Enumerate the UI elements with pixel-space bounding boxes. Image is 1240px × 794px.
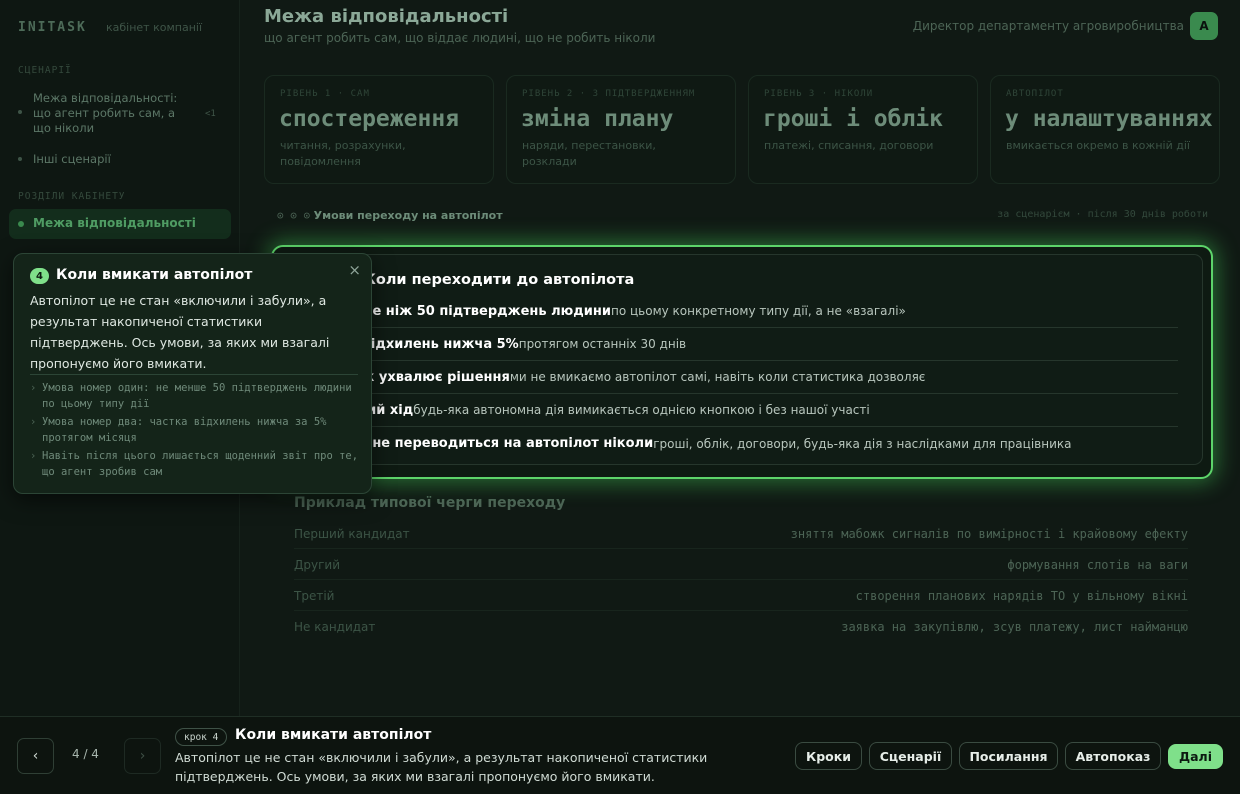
- page-title: Межа відповідальності: [264, 6, 509, 27]
- sidebar-section-scenarios: СЦЕНАРІЇ: [18, 65, 72, 76]
- list-item-text: Умова номер два: частка відхилень нижча …: [42, 416, 327, 444]
- bullet-icon: [18, 110, 22, 114]
- queue-key: Третій: [294, 589, 335, 603]
- next-arrow-button[interactable]: ›: [124, 738, 161, 774]
- prev-button[interactable]: ‹: [17, 738, 54, 774]
- queue-title: Приклад типової черги переходу: [294, 495, 566, 511]
- next-button[interactable]: Далі: [1168, 744, 1223, 769]
- queue-value: зняття мабожк сигналів по вимірності і к…: [790, 527, 1188, 541]
- queue-key: Перший кандидат: [294, 527, 410, 541]
- level-card-1: РІВЕНЬ 1 · САМ спостереження читання, ро…: [264, 75, 494, 184]
- bullet-icon: [18, 157, 22, 161]
- table-row: Другий формування слотів на ваги: [294, 549, 1188, 580]
- card-label: АВТОПІЛОТ: [1006, 89, 1064, 99]
- queue-value: заявка на закупівлю, зсув платежу, лист …: [841, 620, 1188, 634]
- chevron-right-icon: ›: [30, 450, 37, 462]
- condition-desc: протягом останніх 30 днів: [518, 337, 687, 351]
- card-value: спостереження: [279, 106, 460, 132]
- card-label: РІВЕНЬ 2 · З ПІДТВЕРДЖЕННЯМ: [522, 89, 696, 99]
- condition-desc: по цьому конкретному типу дії, а не «вза…: [610, 304, 906, 318]
- active-dot-icon: [18, 221, 24, 227]
- level-card-4: АВТОПІЛОТ у налаштуваннях вмикається окр…: [990, 75, 1220, 184]
- level-card-3: РІВЕНЬ 3 · НІКОЛИ гроші і облік платежі,…: [748, 75, 978, 184]
- card-desc: читання, розрахунки, повідомлення: [280, 139, 406, 168]
- queue-key: Не кандидат: [294, 620, 376, 634]
- list-item: › Умова номер один: не менше 50 підтвердж…: [30, 380, 360, 412]
- table-row: Третій створення планових нарядів ТО у в…: [294, 580, 1188, 611]
- table-row: Не кандидат заявка на закупівлю, зсув пл…: [294, 611, 1188, 642]
- list-item: Не менше ніж 50 підтверджень людини по ц…: [306, 295, 1178, 328]
- sidebar-item-label: Межа відповідальності: [33, 216, 196, 230]
- table-row: Перший кандидат зняття мабожк сигналів п…: [294, 518, 1188, 549]
- step-description: Автопілот це не стан «включили і забули»…: [175, 750, 708, 784]
- card-value: у налаштуваннях: [1005, 106, 1213, 132]
- card-desc: вмикається окремо в кожній дії: [1006, 139, 1190, 152]
- chevron-right-icon: ›: [30, 416, 37, 428]
- sidebar-item-other-scenarios[interactable]: Інші сценарії: [33, 152, 111, 166]
- tour-tooltip: 4 Коли вмикати автопілот × Автопілот це …: [13, 253, 372, 494]
- breadcrumb: ⊙ ⊙ ⊙ Умови переходу на автопілот: [277, 209, 503, 222]
- links-button[interactable]: Посилання: [959, 742, 1058, 770]
- panel-inner: Коли переходити до автопілота Не менше н…: [281, 254, 1203, 465]
- list-item-text: Навіть після цього лишається щоденний зв…: [42, 450, 359, 478]
- brand-logo: INITASK: [18, 20, 87, 35]
- step-badge: крок 4: [175, 728, 228, 746]
- condition-desc: ми не вмикаємо автопілот самі, навіть ко…: [509, 370, 926, 384]
- divider: [30, 374, 358, 375]
- scenarios-button[interactable]: Сценарії: [869, 742, 952, 770]
- tooltip-list: › Умова номер один: не менше 50 підтвердж…: [30, 380, 360, 482]
- list-item: Частка відхилень нижча 5% протягом остан…: [306, 328, 1178, 361]
- queue-key: Другий: [294, 558, 340, 572]
- list-item: Керівник ухвалює рішення ми не вмикаємо …: [306, 361, 1178, 394]
- sidebar-item-scenario[interactable]: Межа відповідальності: що агент робить с…: [33, 91, 193, 136]
- card-value: зміна плану: [521, 106, 674, 132]
- step-number-badge: 4: [30, 268, 49, 284]
- section-meta: за сценарієм · після 30 днів роботи: [997, 209, 1208, 220]
- tour-footer: ‹ 4 / 4 › крок 4 Коли вмикати автопілот …: [0, 716, 1240, 794]
- breadcrumb-label: Умови переходу на автопілот: [313, 209, 503, 222]
- queue-value: формування слотів на ваги: [1007, 558, 1188, 572]
- sidebar-section-cabinet: РОЗДІЛИ КАБІНЕТУ: [18, 191, 126, 202]
- chevron-right-icon: ›: [30, 382, 37, 394]
- sidebar-item-active[interactable]: Межа відповідальності: [9, 209, 231, 239]
- user-name: Директор департаменту агровиробництва: [912, 19, 1184, 33]
- card-label: РІВЕНЬ 3 · НІКОЛИ: [764, 89, 874, 99]
- list-item: › Умова номер два: частка відхилень нижча…: [30, 414, 360, 446]
- list-item-text: Умова номер один: не менше 50 підтвердже…: [42, 382, 352, 410]
- steps-button[interactable]: Кроки: [795, 742, 862, 770]
- tooltip-body: Автопілот це не стан «включили і забули»…: [30, 293, 330, 371]
- panel-title: Коли переходити до автопілота: [364, 272, 635, 288]
- card-value: гроші і облік: [763, 106, 944, 132]
- list-item: Зворотний хід будь-яка автономна дія вим…: [306, 394, 1178, 427]
- tooltip-title: Коли вмикати автопілот: [56, 267, 253, 283]
- card-desc: платежі, списання, договори: [764, 139, 934, 152]
- brand-subtitle: кабінет компанії: [106, 21, 202, 34]
- condition-desc: будь-яка автономна дія вимикається одніє…: [413, 403, 870, 417]
- autoplay-button[interactable]: Автопоказ: [1065, 742, 1161, 770]
- close-icon[interactable]: ×: [348, 261, 361, 279]
- step-title: Коли вмикати автопілот: [235, 727, 432, 743]
- list-item: Рівень 3 не переводиться на автопілот ні…: [306, 427, 1178, 460]
- avatar[interactable]: А: [1190, 12, 1218, 40]
- list-item: › Навіть після цього лишається щоденний з…: [30, 448, 360, 480]
- step-counter: 4 / 4: [72, 747, 99, 761]
- level-card-2: РІВЕНЬ 2 · З ПІДТВЕРДЖЕННЯМ зміна плану …: [506, 75, 736, 184]
- breadcrumb-dots-icon: ⊙ ⊙ ⊙: [277, 209, 311, 222]
- condition-desc: гроші, облік, договори, будь-яка дія з н…: [653, 436, 1072, 451]
- card-label: РІВЕНЬ 1 · САМ: [280, 89, 370, 99]
- highlighted-panel: Коли переходити до автопілота Не менше н…: [271, 245, 1213, 479]
- page-subtitle: що агент робить сам, що віддає людині, щ…: [264, 31, 656, 45]
- sidebar-item-badge: <1: [205, 109, 216, 119]
- queue-value: створення планових нарядів ТО у вільному…: [855, 589, 1188, 603]
- card-desc: наряди, перестановки, розклади: [522, 139, 656, 168]
